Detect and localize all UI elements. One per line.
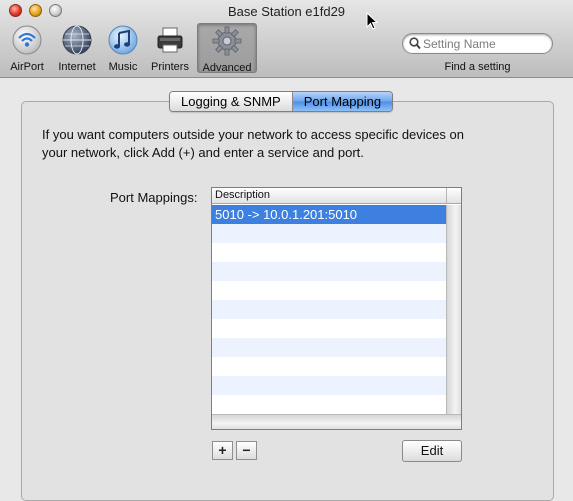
toolbar-item-printers[interactable]: Printers bbox=[146, 23, 194, 73]
search-icon bbox=[409, 37, 421, 50]
empty-row bbox=[212, 262, 446, 281]
toolbar-item-label: Music bbox=[108, 61, 138, 73]
empty-row bbox=[212, 319, 446, 338]
horizontal-scrollbar[interactable] bbox=[212, 414, 461, 429]
toolbar-item-airport[interactable]: AirPort bbox=[6, 23, 48, 73]
toolbar-item-internet[interactable]: Internet bbox=[54, 23, 100, 73]
empty-row bbox=[212, 243, 446, 262]
intro-text-line: your network, click Add (+) and enter a … bbox=[42, 145, 364, 160]
internet-globe-icon bbox=[62, 25, 92, 55]
intro-text-line: If you want computers outside your netwo… bbox=[42, 127, 464, 142]
tab-port-mapping[interactable]: Port Mapping bbox=[292, 92, 393, 111]
header-corner bbox=[446, 188, 461, 204]
vertical-scrollbar[interactable] bbox=[446, 205, 461, 415]
music-note-icon bbox=[108, 25, 138, 55]
empty-row bbox=[212, 338, 446, 357]
settings-search-field[interactable] bbox=[402, 33, 553, 54]
empty-row bbox=[212, 376, 446, 395]
window-toolbar: Base Station e1fd29 AirPort Internet Mus… bbox=[0, 0, 573, 78]
airport-icon bbox=[12, 25, 42, 55]
table-rows: 5010 -> 10.0.1.201:5010 bbox=[212, 205, 446, 415]
add-mapping-button[interactable]: + bbox=[212, 441, 233, 460]
toolbar-item-music[interactable]: Music bbox=[104, 23, 142, 73]
printer-icon bbox=[157, 27, 183, 53]
empty-row bbox=[212, 300, 446, 319]
search-input[interactable] bbox=[423, 35, 548, 52]
tab-logging-snmp[interactable]: Logging & SNMP bbox=[170, 92, 293, 111]
empty-row bbox=[212, 224, 446, 243]
port-mappings-table[interactable]: Description 5010 -> 10.0.1.201:5010 bbox=[211, 187, 462, 430]
table-header: Description bbox=[212, 188, 461, 204]
empty-row bbox=[212, 357, 446, 376]
gear-icon bbox=[212, 26, 242, 56]
edit-mapping-button[interactable]: Edit bbox=[402, 440, 462, 462]
intro-text: If you want computers outside your netwo… bbox=[42, 126, 542, 162]
column-header-description[interactable]: Description bbox=[215, 189, 270, 201]
empty-row bbox=[212, 395, 446, 414]
toolbar-item-label: Advanced bbox=[202, 62, 252, 74]
toolbar-item-label: Printers bbox=[151, 61, 189, 73]
toolbar-item-label: AirPort bbox=[10, 61, 44, 73]
remove-mapping-button[interactable]: − bbox=[236, 441, 257, 460]
window-title: Base Station e1fd29 bbox=[227, 4, 346, 19]
toolbar-item-label: Internet bbox=[58, 61, 96, 73]
empty-row bbox=[212, 281, 446, 300]
mouse-pointer-icon bbox=[366, 12, 378, 30]
search-caption: Find a setting bbox=[444, 61, 511, 73]
port-mappings-label: Port Mappings: bbox=[110, 190, 198, 205]
tab-bar: Logging & SNMP Port Mapping bbox=[169, 91, 394, 112]
table-row[interactable]: 5010 -> 10.0.1.201:5010 bbox=[212, 205, 446, 224]
toolbar-item-advanced[interactable]: Advanced bbox=[197, 23, 257, 74]
